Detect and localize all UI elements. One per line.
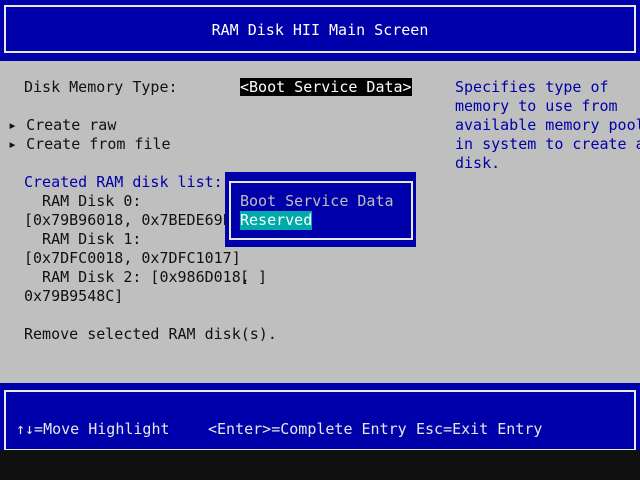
ram-disk-1-name: RAM Disk 1: [24, 230, 142, 248]
create-raw-label[interactable]: Create raw [26, 116, 116, 134]
create-from-file-item[interactable]: ▸ Create from file [8, 135, 171, 154]
submenu-arrow-icon: ▸ [8, 135, 18, 153]
disk-memory-type-select[interactable]: <Boot Service Data> [240, 78, 412, 97]
created-ram-disk-list-label: Created RAM disk list: [24, 173, 223, 191]
ram-disk-2-checkbox[interactable]: [ ] [240, 268, 267, 287]
remove-ram-disk-item[interactable]: Remove selected RAM disk(s). [24, 325, 277, 344]
footer-bottom-band [0, 450, 640, 480]
help-line: in system to create a [455, 135, 640, 153]
footer-complete-entry: <Enter>=Complete Entry [208, 420, 407, 438]
help-line: memory to use from [455, 97, 618, 115]
ram-disk-1-range: [0x7DFC0018, 0x7DFC1017] [24, 249, 241, 267]
help-line: disk. [455, 154, 501, 172]
ram-disk-0-name: RAM Disk 0: [24, 192, 142, 210]
title-bar: RAM Disk HII Main Screen [0, 0, 640, 61]
disk-memory-type-label: Disk Memory Type: [24, 78, 178, 96]
popup-option-boot-service-data[interactable]: Boot Service Data [240, 192, 394, 211]
disk-memory-type-value[interactable]: <Boot Service Data> [240, 78, 412, 96]
footer-exit-entry: Esc=Exit Entry [416, 420, 543, 438]
help-line: available memory pool [455, 116, 640, 134]
submenu-arrow-icon: ▸ [8, 116, 18, 134]
ram-disk-2-name: RAM Disk 2: [0x986D018, [24, 268, 250, 286]
ram-disk-0-range: [0x79B96018, 0x7BEDE69E] [24, 211, 241, 229]
help-line: Specifies type of [455, 78, 609, 96]
create-from-file-label[interactable]: Create from file [26, 135, 171, 153]
create-raw-item[interactable]: ▸ Create raw [8, 116, 116, 135]
memory-type-popup: Boot Service Data Reserved [225, 172, 416, 247]
popup-option-reserved[interactable]: Reserved [240, 211, 313, 230]
ram-disk-2-range: 0x79B9548C] [24, 287, 124, 305]
page-title: RAM Disk HII Main Screen [211, 21, 429, 39]
footer-move-highlight: ↑↓=Move Highlight [16, 420, 170, 438]
